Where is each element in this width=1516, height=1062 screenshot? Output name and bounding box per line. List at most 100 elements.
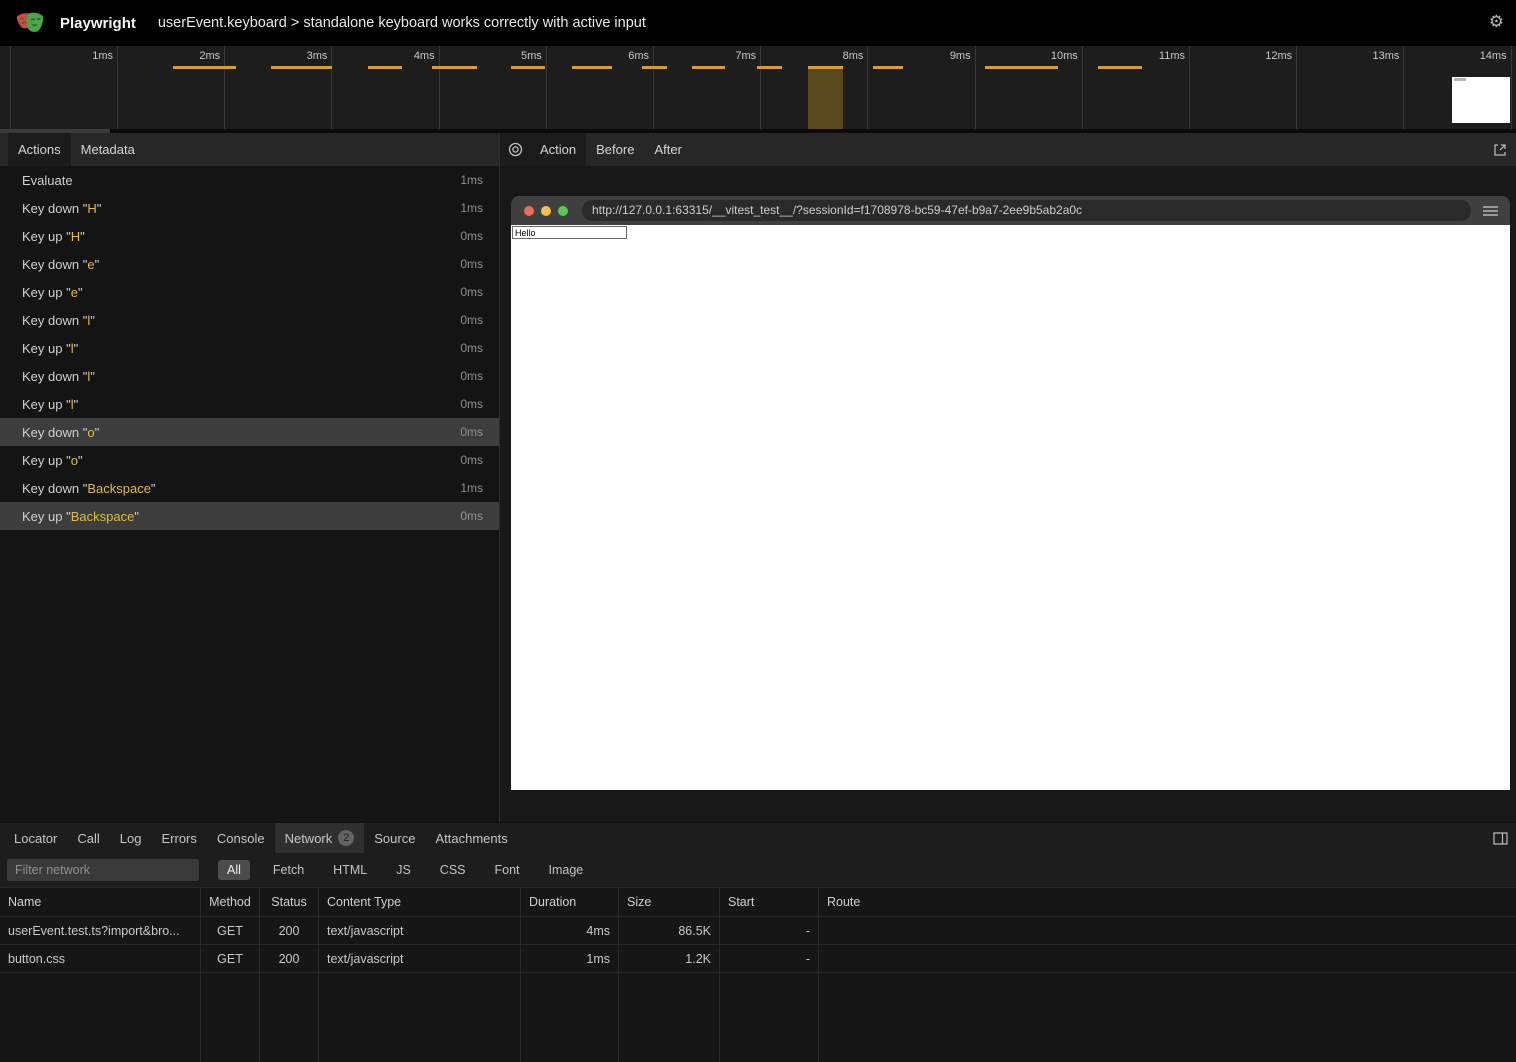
action-label: Key down "o" bbox=[0, 425, 99, 440]
tab-source[interactable]: Source bbox=[364, 823, 425, 853]
traffic-light-yellow bbox=[541, 206, 551, 216]
timeline-gridline bbox=[1189, 46, 1190, 129]
traffic-light-red bbox=[524, 206, 534, 216]
timeline-tick-label: 8ms bbox=[805, 50, 863, 62]
settings-gear-icon[interactable]: ⚙ bbox=[1489, 13, 1504, 30]
tab-call[interactable]: Call bbox=[67, 823, 109, 853]
action-row[interactable]: Key up "Backspace"0ms bbox=[0, 502, 499, 530]
open-snapshot-box[interactable] bbox=[1493, 133, 1516, 166]
timeline-action-bar[interactable] bbox=[692, 66, 725, 69]
chip-fetch[interactable]: Fetch bbox=[267, 860, 310, 880]
menu-icon[interactable] bbox=[1483, 206, 1498, 216]
action-row[interactable]: Key down "l"0ms bbox=[0, 306, 499, 334]
chip-css[interactable]: CSS bbox=[434, 860, 472, 880]
column-header[interactable]: Content Type bbox=[318, 888, 520, 917]
timeline-action-bar[interactable] bbox=[511, 66, 544, 69]
action-row[interactable]: Key up "H"0ms bbox=[0, 222, 499, 250]
column-header[interactable]: Start bbox=[719, 888, 818, 917]
cell: 200 bbox=[259, 917, 318, 945]
cell: text/javascript bbox=[318, 945, 520, 973]
action-row[interactable]: Evaluate1ms bbox=[0, 166, 499, 194]
action-row[interactable]: Key up "e"0ms bbox=[0, 278, 499, 306]
timeline-action-bar[interactable] bbox=[873, 66, 903, 69]
timeline-tick-label: 5ms bbox=[484, 50, 542, 62]
timeline-action-bar[interactable] bbox=[271, 66, 332, 69]
trace-viewer: Playwright userEvent.keyboard > standalo… bbox=[0, 0, 1516, 1062]
tab-locator[interactable]: Locator bbox=[4, 823, 67, 853]
filler-cell bbox=[0, 973, 200, 1062]
timeline-selected-action-bar[interactable] bbox=[808, 66, 842, 129]
action-row[interactable]: Key up "l" 0ms bbox=[0, 390, 499, 418]
timeline-tick-label: 6ms bbox=[591, 50, 649, 62]
playwright-logo-icon bbox=[16, 9, 46, 37]
cell: 1.2K bbox=[618, 945, 719, 973]
action-row[interactable]: Key down "l"0ms bbox=[0, 362, 499, 390]
column-header[interactable]: Size bbox=[618, 888, 719, 917]
timeline-action-bar[interactable] bbox=[368, 66, 402, 69]
film-strip-frame[interactable] bbox=[1452, 77, 1510, 123]
browser-chrome: http://127.0.0.1:63315/__vitest_test__/?… bbox=[511, 196, 1510, 225]
network-request-row[interactable]: userEvent.test.ts?import&bro...GET200tex… bbox=[0, 917, 1516, 945]
timeline-action-bar[interactable] bbox=[173, 66, 236, 69]
action-row[interactable]: Key down "e"0ms bbox=[0, 250, 499, 278]
tab-log[interactable]: Log bbox=[110, 823, 152, 853]
timeline-action-bar[interactable] bbox=[985, 66, 1058, 69]
action-row[interactable]: Key down "Backspace"1ms bbox=[0, 474, 499, 502]
action-duration: 0ms bbox=[460, 369, 499, 383]
filter-network-input[interactable] bbox=[7, 859, 199, 881]
tab-metadata[interactable]: Metadata bbox=[71, 133, 145, 166]
action-row[interactable]: Key down "o"0ms bbox=[0, 418, 499, 446]
action-duration: 0ms bbox=[460, 397, 499, 411]
timeline-action-bar[interactable] bbox=[572, 66, 613, 69]
hello-text-input[interactable] bbox=[512, 226, 627, 239]
column-header[interactable]: Method bbox=[200, 888, 259, 917]
column-header[interactable]: Status bbox=[259, 888, 318, 917]
timeline-gridline bbox=[975, 46, 976, 129]
toggle-panel-layout[interactable] bbox=[1493, 823, 1516, 853]
tab-network[interactable]: Network2 bbox=[275, 823, 365, 853]
tab-after[interactable]: After bbox=[644, 133, 691, 166]
key-value: e bbox=[87, 257, 94, 272]
timeline-gridline bbox=[331, 46, 332, 129]
cell: GET bbox=[200, 945, 259, 973]
chip-html[interactable]: HTML bbox=[327, 860, 373, 880]
external-link-icon bbox=[1493, 143, 1507, 157]
tab-console[interactable]: Console bbox=[207, 823, 275, 853]
cell: 4ms bbox=[520, 917, 618, 945]
pick-locator-box[interactable] bbox=[500, 133, 530, 166]
chip-image[interactable]: Image bbox=[543, 860, 590, 880]
timeline-action-bar[interactable] bbox=[1098, 66, 1142, 69]
column-header[interactable]: Duration bbox=[520, 888, 618, 917]
key-value: H bbox=[87, 201, 96, 216]
tab-attachments[interactable]: Attachments bbox=[425, 823, 517, 853]
tab-errors[interactable]: Errors bbox=[151, 823, 206, 853]
traffic-light-green bbox=[558, 206, 568, 216]
action-row[interactable]: Key up "o"0ms bbox=[0, 446, 499, 474]
key-value: H bbox=[71, 229, 80, 244]
timeline-action-bar[interactable] bbox=[642, 66, 667, 69]
key-value: l bbox=[87, 313, 90, 328]
action-row[interactable]: Key down "H"1ms bbox=[0, 194, 499, 222]
cell: - bbox=[719, 945, 818, 973]
action-label: Key up "l" bbox=[0, 397, 78, 412]
action-duration: 0ms bbox=[460, 453, 499, 467]
chip-js[interactable]: JS bbox=[390, 860, 417, 880]
timeline-action-bar[interactable] bbox=[757, 66, 782, 69]
tab-action[interactable]: Action bbox=[530, 133, 586, 166]
network-request-row[interactable]: button.cssGET200text/javascript1ms1.2K- bbox=[0, 945, 1516, 973]
action-row[interactable]: Key up "l"0ms bbox=[0, 334, 499, 362]
chip-all[interactable]: All bbox=[218, 860, 250, 880]
timeline-tick-label: 12ms bbox=[1234, 50, 1292, 62]
timeline-action-bar[interactable] bbox=[432, 66, 477, 69]
cell: 1ms bbox=[520, 945, 618, 973]
timeline[interactable]: 1ms2ms3ms4ms5ms6ms7ms8ms9ms10ms11ms12ms1… bbox=[0, 46, 1516, 129]
column-header[interactable]: Route bbox=[818, 888, 1516, 917]
tab-before[interactable]: Before bbox=[586, 133, 644, 166]
key-value: l bbox=[71, 341, 74, 356]
tab-actions[interactable]: Actions bbox=[8, 133, 71, 166]
chip-font[interactable]: Font bbox=[489, 860, 526, 880]
cell: button.css bbox=[0, 945, 200, 973]
column-header[interactable]: Name bbox=[0, 888, 200, 917]
target-icon bbox=[508, 142, 523, 157]
timeline-tick-label: 4ms bbox=[377, 50, 435, 62]
